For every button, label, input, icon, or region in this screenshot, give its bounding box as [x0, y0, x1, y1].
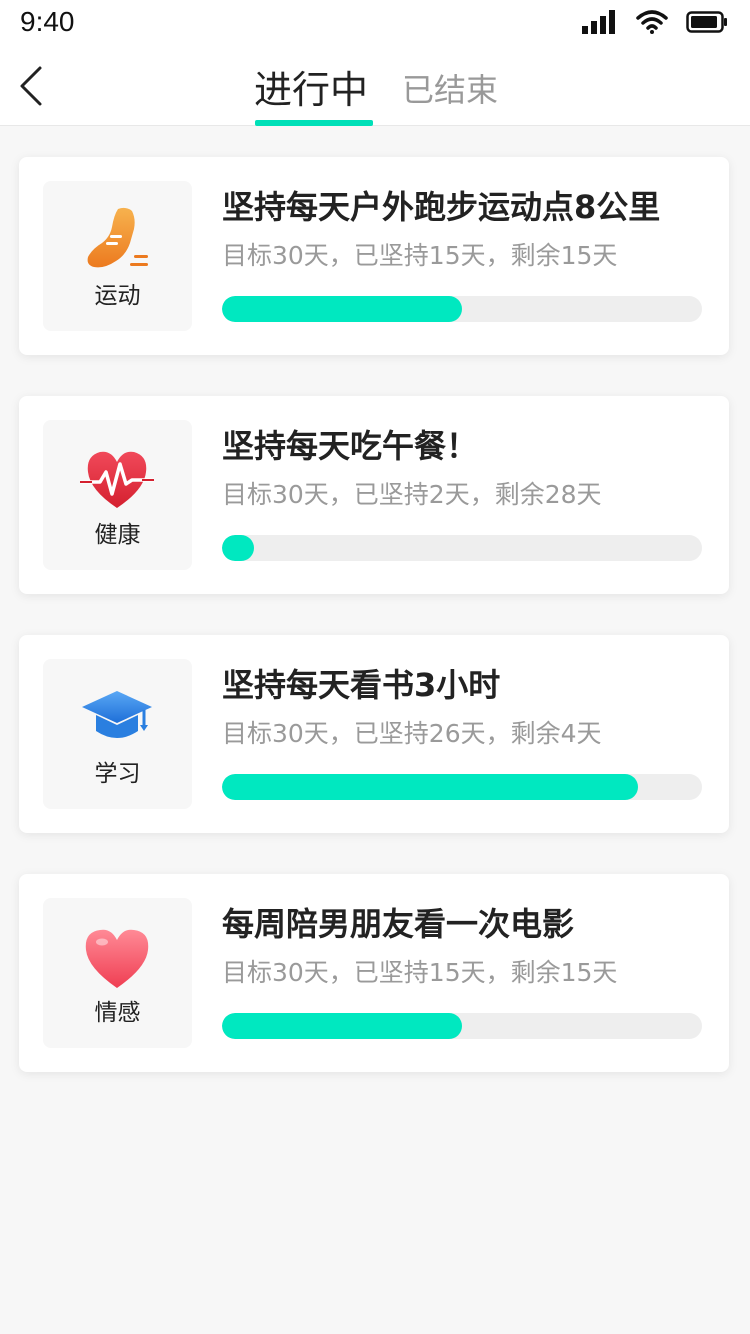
category-icon-box: 健康 [43, 420, 192, 570]
progress-fill [222, 296, 462, 322]
tab-active-indicator [255, 120, 373, 126]
progress-bar [222, 535, 702, 561]
progress-fill [222, 1013, 462, 1039]
category-label: 学习 [94, 761, 141, 787]
progress-fill [222, 774, 639, 800]
category-icon-box: 运动 [43, 181, 192, 331]
category-icon-box: 学习 [43, 659, 192, 809]
chevron-left-icon [20, 66, 42, 106]
habit-card-study[interactable]: 学习 坚持每天看书3小时 目标30天，已坚持26天，剩余4天 [19, 635, 729, 833]
habit-card-health[interactable]: 健康 坚持每天吃午餐！ 目标30天，已坚持2天，剩余28天 [19, 396, 729, 594]
status-time: 9:40 [20, 6, 75, 37]
habit-progress-text: 目标30天，已坚持2天，剩余28天 [222, 480, 602, 509]
heartbeat-icon [80, 451, 154, 508]
graduation-cap-icon [82, 691, 152, 738]
category-label: 情感 [94, 1000, 141, 1026]
progress-bar [222, 1013, 702, 1039]
running-shoe-icon [87, 207, 148, 268]
signal-icon [582, 10, 615, 34]
category-icon-box: 情感 [43, 898, 192, 1048]
habit-progress-text: 目标30天，已坚持15天，剩余15天 [222, 958, 618, 987]
progress-bar [222, 296, 702, 322]
habit-progress-text: 目标30天，已坚持15天，剩余15天 [222, 241, 618, 270]
category-label: 健康 [94, 522, 141, 548]
back-button[interactable] [14, 64, 50, 108]
habit-progress-text: 目标30天，已坚持26天，剩余4天 [222, 719, 602, 748]
progress-fill [222, 535, 255, 561]
tab-in-progress[interactable]: 进行中 [254, 64, 368, 116]
habit-title: 每周陪男朋友看一次电影 [222, 905, 575, 943]
tab-ended[interactable]: 已结束 [402, 64, 498, 116]
habit-title: 坚持每天看书3小时 [222, 666, 501, 704]
habit-card-emotion[interactable]: 情感 每周陪男朋友看一次电影 目标30天，已坚持15天，剩余15天 [19, 874, 729, 1072]
battery-icon [686, 11, 727, 33]
status-icons [582, 8, 728, 36]
habit-card-exercise[interactable]: 运动 坚持每天户外跑步运动点8公里 目标30天，已坚持15天，剩余15天 [19, 157, 729, 355]
status-bar: 9:40 [0, 0, 750, 44]
category-label: 运动 [94, 283, 141, 309]
heart-icon [85, 929, 149, 988]
habit-title: 坚持每天户外跑步运动点8公里 [222, 188, 661, 226]
nav-bar: 进行中 已结束 [0, 44, 750, 126]
wifi-icon [636, 10, 668, 34]
progress-bar [222, 774, 702, 800]
habit-title: 坚持每天吃午餐！ [222, 427, 479, 465]
